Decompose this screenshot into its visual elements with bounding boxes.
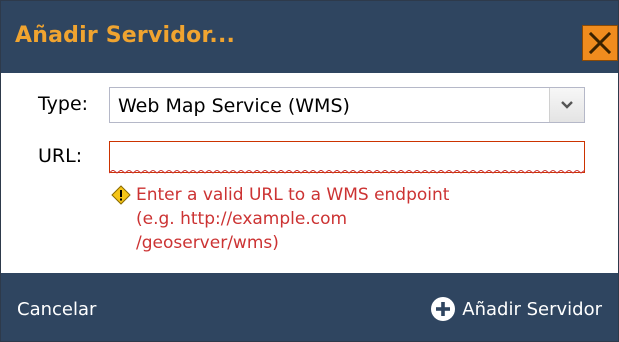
select-trigger[interactable] [549, 88, 584, 122]
chevron-down-icon [561, 101, 573, 109]
cancel-button[interactable]: Cancelar [17, 299, 96, 320]
type-select-value: Web Map Service (WMS) [118, 95, 350, 117]
type-select[interactable]: Web Map Service (WMS) [109, 87, 585, 123]
plus-circle-icon [431, 297, 456, 321]
add-server-label: Añadir Servidor [462, 298, 602, 320]
warning-icon [111, 185, 131, 205]
type-label: Type: [38, 93, 89, 115]
url-error-text: Enter a valid URL to a WMS endpoint (e.g… [136, 185, 450, 253]
close-icon [588, 31, 612, 55]
dialog-titlebar: Añadir Servidor... [1, 1, 618, 73]
add-server-dialog: Añadir Servidor... Type: Web Map Service… [0, 0, 619, 342]
dialog-body: Type: Web Map Service (WMS) URL: Enter a… [15, 73, 604, 273]
dialog-footer: Cancelar Añadir Servidor [1, 273, 618, 341]
url-label: URL: [38, 145, 83, 167]
invalid-underline [109, 170, 585, 174]
close-button[interactable] [582, 25, 618, 61]
url-input[interactable] [109, 141, 585, 173]
dialog-title: Añadir Servidor... [15, 23, 236, 48]
add-server-button[interactable]: Añadir Servidor [430, 293, 602, 325]
